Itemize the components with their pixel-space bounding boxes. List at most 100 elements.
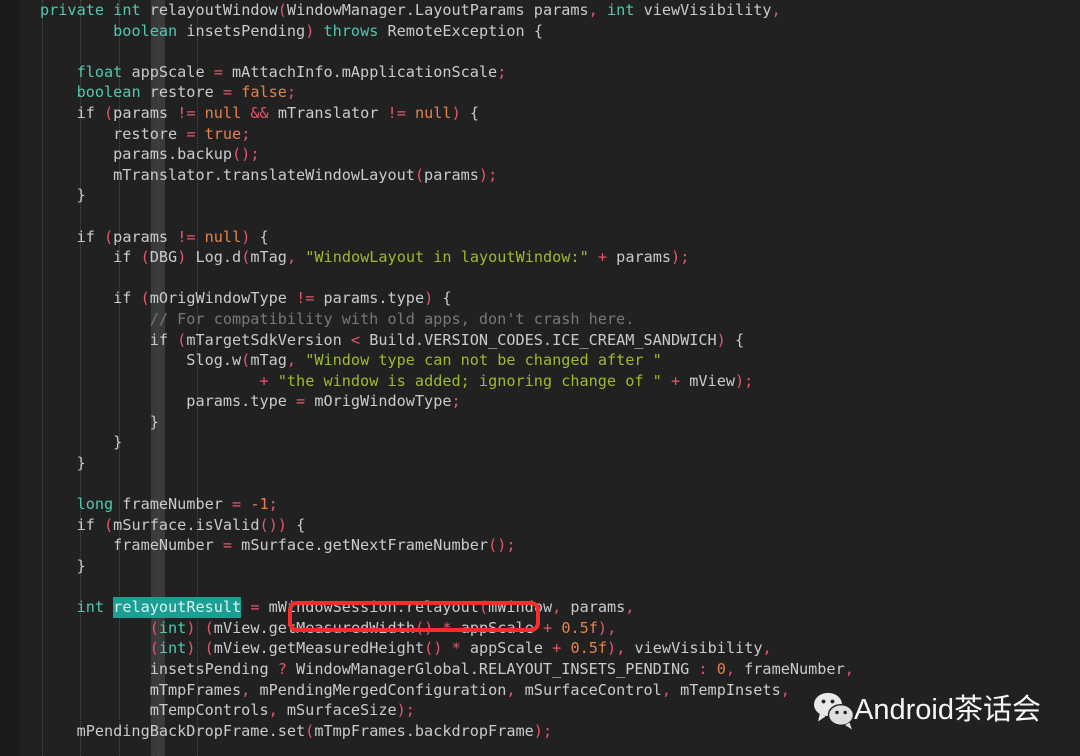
code-token: , [625,598,635,617]
code-token: int [76,598,105,617]
code-line: private int relayoutWindow(WindowManager… [0,0,1080,21]
code-line: insetsPending ? WindowManagerGlobal.RELA… [0,659,1080,680]
code-line: } [0,185,1080,206]
code-token: ; [680,248,690,267]
code-line: + "the window is added; ignoring change … [0,371,1080,392]
code-token: mOrigWindowType [149,289,297,308]
code-token: int [113,1,141,19]
code-line: frameNumber = mSurface.getNextFrameNumbe… [0,535,1080,556]
code-token: false [241,83,287,102]
code-token: ) [424,289,434,308]
code-token: ? [277,660,287,678]
code-token: != [387,103,406,122]
code-token: ( [177,330,187,349]
code-token: ; [542,721,553,740]
code-token: 0.5f [561,618,598,637]
code-token: } [40,412,159,431]
watermark: Android茶话会 [812,690,1041,730]
code-token: -1 [250,495,269,514]
code-token: ; [488,165,498,184]
code-line: } [0,412,1080,433]
code-line: // For compatibility with old apps, don'… [0,309,1080,330]
code-token: ( [149,618,159,637]
code-token: WindowManagerGlobal.RELAYOUT_INSETS_PEND… [286,660,699,678]
code-token: () [414,618,434,637]
code-token: ) [597,618,608,637]
code-token: != [177,227,196,246]
code-token: throws [323,21,379,40]
code-token: params.backup [40,145,233,164]
code-token: ( [104,515,114,534]
code-token: mTranslator [268,103,388,122]
code-token: insetsPending [177,21,306,40]
code-token: ) [177,248,187,267]
code-token: if [40,227,105,246]
code-token: 0 [716,660,726,678]
code-token: mPendingMergedConfiguration [250,680,507,699]
code-token: * [442,618,452,637]
code-line: if (DBG) Log.d(mTag, "WindowLayout in la… [0,247,1080,268]
code-line: } [0,432,1080,453]
code-line: boolean insetsPending) throws RemoteExce… [0,21,1080,42]
code-line: (int) (mView.getMeasuredWidth() * appSca… [0,618,1080,639]
code-block[interactable]: private int relayoutWindow ( WindowManager… [0,0,1080,741]
code-token: mWindowSession.relayout [259,598,479,617]
code-token: null [204,103,242,122]
code-token: mAttachInfo.mApplicationScale [222,62,498,81]
code-token: viewVisibility [625,639,763,658]
code-token: = [213,62,223,81]
code-token: appScale [451,618,544,637]
code-token: "WindowLayout in layoutWindow:" [305,248,589,267]
code-token: , [286,351,297,370]
code-token: , [607,618,617,637]
code-token: ) [451,103,461,122]
code-token: mView [680,371,735,390]
code-token: frameNumber [735,660,845,678]
code-token: if [40,330,178,349]
code-token: { [460,103,480,122]
code-token: appScale [460,639,553,658]
code-line: } [0,453,1080,474]
code-token: mTag [250,351,287,370]
code-token: mOrigWindowType [305,392,452,411]
code-token: frameNumber [113,495,233,514]
code-token: mTempControls [40,701,269,720]
code-viewer: private int relayoutWindow ( WindowManager… [0,0,1080,756]
code-token: = [222,83,233,102]
code-token: ; [506,536,516,555]
code-token: long [76,495,114,514]
code-token: , [661,680,671,699]
code-token: ; [286,83,297,102]
code-token: RemoteException { [378,21,543,40]
code-token: WindowManager.LayoutParams params [286,1,589,19]
code-token: ( [478,598,489,617]
code-token: ; [268,495,278,514]
code-token: int [606,1,635,19]
code-token: params [561,598,626,617]
wechat-icon [812,690,858,730]
code-token: relayoutWindow [140,1,278,19]
watermark-text: Android茶话会 [854,693,1041,726]
code-token: mTag [250,248,287,267]
code-token: , [762,639,772,658]
code-token: mTranslator.translateWindowLayout [40,165,415,184]
code-token: private [40,1,105,19]
code-token: ( [104,227,114,246]
highlighted-token: relayoutResult [113,597,242,619]
